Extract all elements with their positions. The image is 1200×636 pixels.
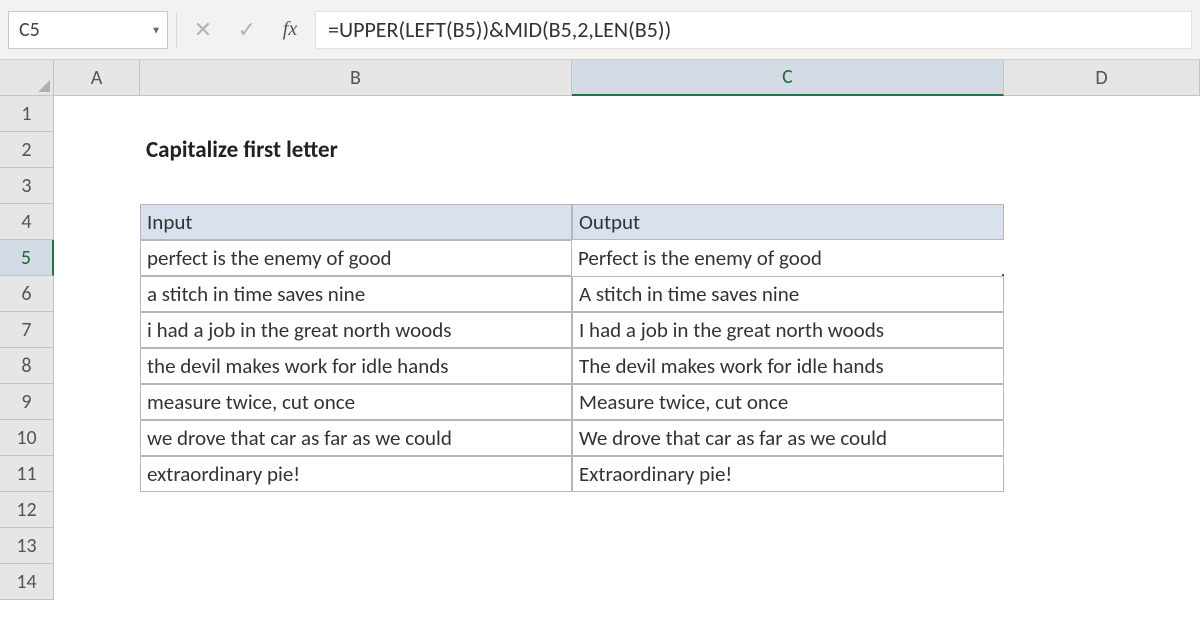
- cell-B14[interactable]: [140, 564, 572, 600]
- divider: [176, 13, 177, 47]
- cell-A3[interactable]: [54, 168, 140, 204]
- cell-C6[interactable]: A stitch in time saves nine: [572, 276, 1004, 312]
- row-head-3[interactable]: 3: [0, 168, 54, 204]
- cell-C7[interactable]: I had a job in the great north woods: [572, 312, 1004, 348]
- cell-A5[interactable]: [54, 240, 140, 276]
- row-head-11[interactable]: 11: [0, 456, 54, 492]
- cell-A7[interactable]: [54, 312, 140, 348]
- cell-D12[interactable]: [1004, 492, 1200, 528]
- row-head-8[interactable]: 8: [0, 348, 54, 384]
- fill-handle[interactable]: [1001, 273, 1004, 276]
- cell-B13[interactable]: [140, 528, 572, 564]
- row-head-1[interactable]: 1: [0, 96, 54, 132]
- table-header-input[interactable]: Input: [140, 204, 572, 240]
- row-head-2[interactable]: 2: [0, 132, 54, 168]
- cancel-button[interactable]: ✕: [185, 11, 221, 49]
- cell-D7[interactable]: [1004, 312, 1200, 348]
- cell-C10[interactable]: We drove that car as far as we could: [572, 420, 1004, 456]
- cell-C5[interactable]: Perfect is the enemy of good: [572, 240, 1004, 276]
- cell-C11[interactable]: Extraordinary pie!: [572, 456, 1004, 492]
- row-head-13[interactable]: 13: [0, 528, 54, 564]
- page-title[interactable]: Capitalize first letter: [140, 132, 572, 168]
- cell-C13[interactable]: [572, 528, 1004, 564]
- cell-C5-value: Perfect is the enemy of good: [578, 245, 822, 271]
- cell-A9[interactable]: [54, 384, 140, 420]
- select-all-corner[interactable]: [0, 60, 54, 96]
- cell-D9[interactable]: [1004, 384, 1200, 420]
- cell-A14[interactable]: [54, 564, 140, 600]
- cell-C1[interactable]: [572, 96, 1004, 132]
- cell-B8[interactable]: the devil makes work for idle hands: [140, 348, 572, 384]
- cell-D3[interactable]: [1004, 168, 1200, 204]
- row-head-14[interactable]: 14: [0, 564, 54, 600]
- check-icon: ✓: [238, 16, 256, 43]
- cell-B9[interactable]: measure twice, cut once: [140, 384, 572, 420]
- name-box-value: C5: [19, 18, 40, 42]
- row-head-5[interactable]: 5: [0, 240, 54, 276]
- cell-B12[interactable]: [140, 492, 572, 528]
- cell-B6[interactable]: a stitch in time saves nine: [140, 276, 572, 312]
- cell-C3[interactable]: [572, 168, 1004, 204]
- row-head-7[interactable]: 7: [0, 312, 54, 348]
- row-head-10[interactable]: 10: [0, 420, 54, 456]
- cell-D10[interactable]: [1004, 420, 1200, 456]
- cell-C2[interactable]: [572, 132, 1004, 168]
- cell-A6[interactable]: [54, 276, 140, 312]
- col-head-D[interactable]: D: [1004, 60, 1200, 96]
- cell-D6[interactable]: [1004, 276, 1200, 312]
- row-head-6[interactable]: 6: [0, 276, 54, 312]
- cell-C12[interactable]: [572, 492, 1004, 528]
- cell-C8[interactable]: The devil makes work for idle hands: [572, 348, 1004, 384]
- cell-C9[interactable]: Measure twice, cut once: [572, 384, 1004, 420]
- cell-B1[interactable]: [140, 96, 572, 132]
- fx-icon[interactable]: fx: [273, 18, 307, 41]
- col-head-C[interactable]: C: [572, 60, 1004, 96]
- name-box[interactable]: C5 ▼: [8, 11, 168, 49]
- row-head-9[interactable]: 9: [0, 384, 54, 420]
- cell-D11[interactable]: [1004, 456, 1200, 492]
- cell-D5[interactable]: [1004, 240, 1200, 276]
- col-head-A[interactable]: A: [54, 60, 140, 96]
- cell-B5[interactable]: perfect is the enemy of good: [140, 240, 572, 276]
- cell-C14[interactable]: [572, 564, 1004, 600]
- cell-A2[interactable]: [54, 132, 140, 168]
- cell-B10[interactable]: we drove that car as far as we could: [140, 420, 572, 456]
- cell-D14[interactable]: [1004, 564, 1200, 600]
- row-head-12[interactable]: 12: [0, 492, 54, 528]
- cell-D2[interactable]: [1004, 132, 1200, 168]
- cell-A8[interactable]: [54, 348, 140, 384]
- cell-D4[interactable]: [1004, 204, 1200, 240]
- cell-D1[interactable]: [1004, 96, 1200, 132]
- x-icon: ✕: [194, 16, 212, 43]
- cell-B11[interactable]: extraordinary pie!: [140, 456, 572, 492]
- formula-input[interactable]: =UPPER(LEFT(B5))&MID(B5,2,LEN(B5)): [315, 11, 1192, 49]
- row-head-4[interactable]: 4: [0, 204, 54, 240]
- cell-D8[interactable]: [1004, 348, 1200, 384]
- sheet-grid[interactable]: A B C D 1 2 Capitalize first letter 3 4 …: [0, 60, 1200, 636]
- cell-A12[interactable]: [54, 492, 140, 528]
- formula-text: =UPPER(LEFT(B5))&MID(B5,2,LEN(B5)): [328, 16, 671, 43]
- cell-A1[interactable]: [54, 96, 140, 132]
- cell-A10[interactable]: [54, 420, 140, 456]
- cell-B7[interactable]: i had a job in the great north woods: [140, 312, 572, 348]
- excel-window: C5 ▼ ✕ ✓ fx =UPPER(LEFT(B5))&MID(B5,2,LE…: [0, 0, 1200, 630]
- col-head-B[interactable]: B: [140, 60, 572, 96]
- formula-bar: C5 ▼ ✕ ✓ fx =UPPER(LEFT(B5))&MID(B5,2,LE…: [0, 0, 1200, 60]
- cell-D13[interactable]: [1004, 528, 1200, 564]
- cell-A13[interactable]: [54, 528, 140, 564]
- chevron-down-icon[interactable]: ▼: [151, 23, 161, 36]
- table-header-output[interactable]: Output: [572, 204, 1004, 240]
- cell-A4[interactable]: [54, 204, 140, 240]
- enter-button[interactable]: ✓: [229, 11, 265, 49]
- cell-A11[interactable]: [54, 456, 140, 492]
- cell-B3[interactable]: [140, 168, 572, 204]
